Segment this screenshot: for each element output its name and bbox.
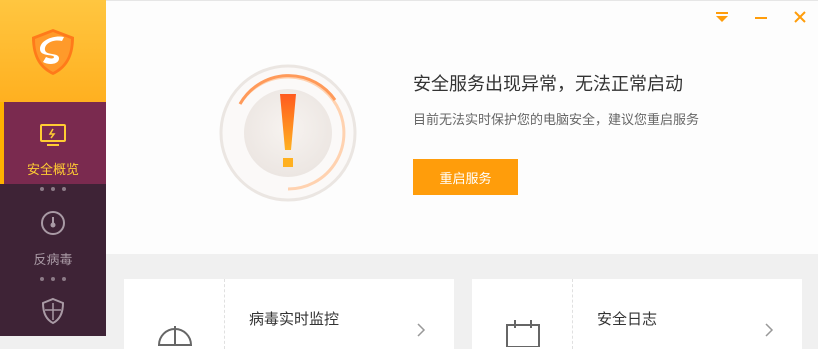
shield-logo-icon [32,29,74,75]
card-label: 安全日志 [597,310,658,328]
card-divider [224,279,225,349]
calendar-icon [506,320,540,347]
minimize-icon[interactable] [752,8,770,26]
nav-separator [40,276,66,282]
sidebar-item-label: 安全概览 [26,163,79,178]
logo-area [0,0,106,102]
shield-icon [41,297,65,325]
sidebar: 安全概览 反病毒 [0,0,106,336]
nav-separator [40,186,66,192]
status-title: 安全服务出现异常，无法正常启动 [413,74,683,95]
close-icon[interactable] [791,8,809,26]
card-divider [572,279,573,349]
sidebar-item-overview[interactable]: 安全概览 [0,102,106,184]
card-security-log[interactable]: 安全日志 [472,279,802,349]
sidebar-item-protection[interactable] [0,284,106,336]
dropdown-arrow-icon[interactable] [713,8,731,26]
sidebar-item-antivirus[interactable]: 反病毒 [0,194,106,274]
restart-service-button[interactable]: 重启服务 [413,159,518,195]
gauge-icon [41,211,65,235]
umbrella-icon [157,326,193,346]
card-label: 病毒实时监控 [249,310,340,328]
sidebar-item-label: 反病毒 [33,253,73,268]
card-virus-monitor[interactable]: 病毒实时监控 [124,279,454,349]
monitor-icon [40,124,66,146]
exclamation-warning-icon [219,64,357,202]
status-subtitle: 目前无法实时保护您的电脑安全，建议您重启服务 [413,113,700,128]
